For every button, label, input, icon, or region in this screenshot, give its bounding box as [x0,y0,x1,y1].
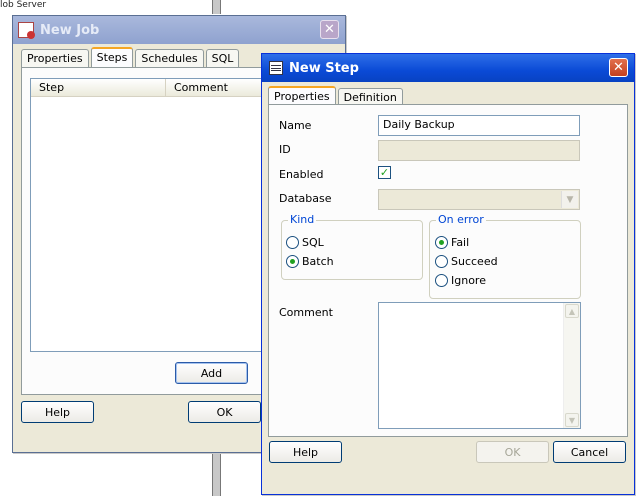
kind-sql-label: SQL [302,236,324,249]
job-close-button[interactable]: ✕ [320,20,339,39]
comment-label: Comment [279,306,333,319]
tab-steps[interactable]: Steps [90,47,134,69]
job-app-icon [18,22,35,39]
on-error-fail-label: Fail [451,236,470,249]
database-select[interactable]: ▼ [378,189,580,210]
job-ok-button[interactable]: OK [188,401,261,423]
step-ok-button[interactable]: OK [476,441,549,463]
kind-group: Kind SQL Batch [281,213,423,280]
step-properties-panel: Name Daily Backup ID Enabled ✓ Database … [268,104,628,437]
radio-icon [435,274,448,287]
step-help-button[interactable]: Help [269,441,342,463]
tab-sql[interactable]: SQL [205,49,240,68]
background-divider [212,0,221,14]
checkmark-icon: ✓ [379,166,390,179]
job-tab-bar: Properties Steps Schedules SQL [21,46,241,69]
on-error-succeed-option[interactable]: Succeed [435,255,498,268]
scroll-down-icon[interactable]: ▼ [565,413,579,427]
column-header-step[interactable]: Step [31,79,166,97]
step-titlebar[interactable]: New Step ✕ [262,54,634,82]
comment-textarea[interactable]: ▲ ▼ [378,302,581,429]
radio-icon [435,255,448,268]
tab-properties[interactable]: Properties [21,49,89,68]
kind-batch-option[interactable]: Batch [286,255,334,268]
radio-selected-icon [435,236,448,249]
on-error-group: On error Fail Succeed Ignore [429,213,581,299]
kind-group-title: Kind [288,213,317,226]
step-cancel-button[interactable]: Cancel [553,441,626,463]
comment-scrollbar[interactable]: ▲ ▼ [563,303,580,428]
on-error-group-title: On error [436,213,486,226]
job-window-title: New Job [40,22,100,38]
enabled-label: Enabled [279,168,324,181]
scroll-up-icon[interactable]: ▲ [565,304,579,318]
radio-icon [286,236,299,249]
kind-batch-label: Batch [302,255,334,268]
radio-selected-icon [286,255,299,268]
close-icon: ✕ [324,22,335,37]
id-input[interactable] [378,140,580,161]
step-window-title: New Step [289,60,359,76]
chevron-down-icon[interactable]: ▼ [561,191,578,208]
name-input[interactable]: Daily Backup [378,115,580,136]
background-divider [212,451,221,496]
name-label: Name [279,119,312,132]
on-error-fail-option[interactable]: Fail [435,236,469,249]
database-label: Database [279,192,332,205]
kind-sql-option[interactable]: SQL [286,236,324,249]
enabled-checkbox[interactable]: ✓ [378,166,391,179]
background-window-label: lob Server [0,0,47,10]
tab-schedules[interactable]: Schedules [135,49,204,68]
on-error-ignore-label: Ignore [451,274,486,287]
on-error-ignore-option[interactable]: Ignore [435,274,486,287]
step-app-icon [269,61,283,75]
id-label: ID [279,143,291,156]
new-step-window: New Step ✕ Properties Definition Name Da… [261,53,635,495]
add-step-button[interactable]: Add [175,362,248,384]
step-close-button[interactable]: ✕ [609,58,628,77]
job-titlebar[interactable]: New Job ✕ [13,16,345,44]
close-icon: ✕ [613,60,624,75]
job-help-button[interactable]: Help [21,401,94,423]
on-error-succeed-label: Succeed [451,255,498,268]
